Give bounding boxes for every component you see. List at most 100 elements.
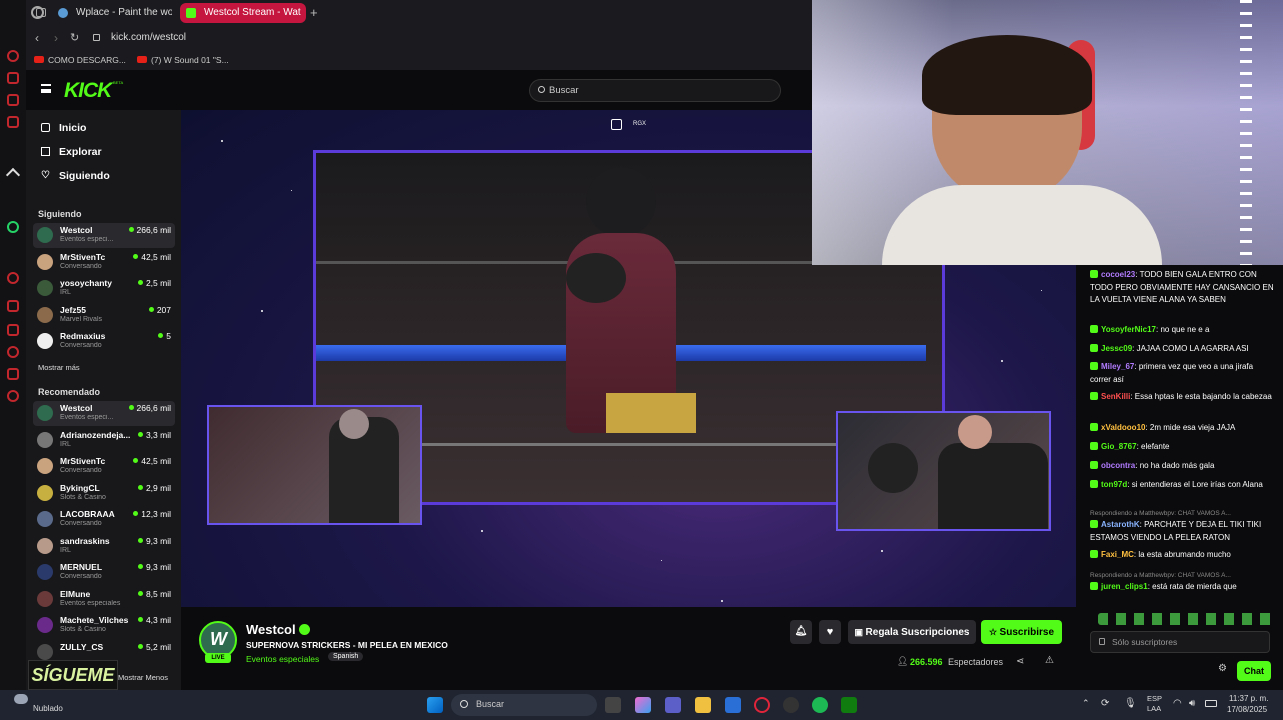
channel-item[interactable]: Machete_Vilches Slots & Casino 4,3 mil [33,613,175,638]
taskbar-search[interactable]: Buscar [451,694,597,716]
vscode-icon[interactable] [725,697,741,713]
wifi-icon[interactable]: ◠ [1173,698,1182,709]
aria-icon[interactable] [7,72,19,84]
follow-heart-button[interactable]: ♥ [819,620,841,644]
instagram-icon[interactable] [7,116,19,128]
xbox-icon[interactable] [841,697,857,713]
bookmark-item[interactable]: COMO DESCARG... [48,55,126,65]
share-icon[interactable]: ⋖ [1016,656,1024,667]
chat-username[interactable]: YosoyferNic17 [1101,325,1156,334]
weather-label[interactable]: Nublado [33,704,63,713]
channel-item[interactable]: Redmaxius Conversando 5 [33,329,175,354]
channel-name[interactable]: Westcol [246,622,296,637]
logo-badge: BETA [113,80,124,85]
microphone-icon[interactable]: 🎙︎ [1124,698,1137,709]
kick-logo[interactable]: KICK [64,79,112,103]
channel-category: Eventos especi... [60,414,114,421]
channel-item[interactable]: yosoychanty IRL 2,5 mil [33,276,175,301]
file-explorer-icon[interactable] [695,697,711,713]
box-icon[interactable] [7,324,19,336]
tab-islands-icon[interactable] [36,8,46,17]
download-icon[interactable] [7,368,19,380]
channel-item[interactable]: Jefz55 Marvel Rivals 207 [33,303,175,328]
chat-username[interactable]: xValdooo10 [1101,423,1145,432]
music-icon[interactable] [7,272,19,284]
channel-item[interactable]: MrStivenTc Conversando 42,5 mil [33,454,175,479]
channel-item[interactable]: ElMune Eventos especiales 8,5 mil [33,587,175,612]
forward-icon[interactable]: › [54,31,58,45]
chat-username[interactable]: Miley_67 [1101,362,1134,371]
messenger-icon[interactable] [7,94,19,106]
chat-send-button[interactable]: Chat [1237,661,1271,681]
app-icon[interactable] [783,697,799,713]
volume-icon[interactable]: 🔊︎ [1189,698,1195,709]
stream-category[interactable]: Eventos especiales [246,654,319,664]
lock-icon [1099,638,1105,645]
new-tab-button[interactable]: + [310,5,318,20]
subscribe-button[interactable]: ☆ Suscribirse [981,620,1062,644]
channel-item[interactable]: MERNUEL Conversando 9,3 mil [33,560,175,585]
show-more-link[interactable]: Mostrar más [38,363,80,372]
emote-row[interactable] [1098,613,1278,625]
task-view-icon[interactable] [605,697,621,713]
reload-icon[interactable]: ↻ [70,31,79,44]
opera-logo-icon[interactable] [7,50,19,62]
chat-username[interactable]: Faxi_MC [1101,550,1134,559]
tab-wplace[interactable]: Wplace - Paint the world [52,3,172,23]
show-less-link[interactable]: Mostrar Menos [118,673,168,682]
channel-item[interactable]: Westcol Eventos especi... 266,6 mil [33,223,175,248]
nav-explorar[interactable]: Explorar [39,146,102,158]
gift-subs-button[interactable]: ▣ Regala Suscripciones [848,620,976,644]
spotify-icon[interactable] [812,697,828,713]
opera-gx-icon[interactable] [754,697,770,713]
history-icon[interactable] [7,346,19,358]
channel-item[interactable]: BykingCL Slots & Casino 2,9 mil [33,481,175,506]
language-line2[interactable]: LAA [1147,704,1161,713]
copilot-icon[interactable] [635,697,651,713]
chat-username[interactable]: Jessc09 [1101,344,1132,353]
tab-westcol[interactable]: Westcol Stream - Wat [180,3,306,23]
globe-icon [58,8,68,18]
windows-start-icon[interactable] [427,697,443,713]
tray-chevron-icon[interactable]: ⌃ [1082,698,1090,709]
chat-message: SenKilli: Essa hptas le esta bajando la … [1090,391,1275,404]
channel-item[interactable]: Westcol Eventos especi... 266,6 mil [33,401,175,426]
whatsapp-icon[interactable] [7,221,19,233]
avatar [37,280,53,296]
nav-siguiendo[interactable]: ♡ Siguiendo [39,170,110,182]
chat-username[interactable]: AstarothK [1101,520,1140,529]
chat-username[interactable]: SenKilli [1101,392,1130,401]
chat-input[interactable]: Sólo suscriptores [1090,631,1270,653]
settings-icon[interactable] [7,390,19,402]
search-input[interactable]: Buscar [529,79,781,102]
back-icon[interactable]: ‹ [35,31,39,45]
notification-bell-button[interactable]: 🔔︎ [790,620,812,644]
tab-label: Westcol Stream - Wat [204,7,301,18]
chat-username[interactable]: obcontra [1101,461,1135,470]
language-line1[interactable]: ESP [1147,694,1162,703]
pinboard-icon[interactable] [7,300,19,312]
clock-time[interactable]: 11:37 p. m. [1229,694,1268,703]
chat-username[interactable]: cocoel23 [1101,270,1135,279]
chat-settings-icon[interactable]: ⚙ [1218,663,1227,674]
teams-icon[interactable] [665,697,681,713]
nav-inicio[interactable]: Inicio [39,122,86,134]
bookmark-item[interactable]: (7) W Sound 01 "S... [151,55,229,65]
battery-icon[interactable] [1205,700,1217,707]
url-text[interactable]: kick.com/westcol [111,32,186,43]
language-tag[interactable]: Spanish [328,652,364,661]
channel-item[interactable]: sandraskins IRL 9,3 mil [33,534,175,559]
channel-item[interactable]: Adrianozendeja... IRL 3,3 mil [33,428,175,453]
menu-icon[interactable] [41,84,51,93]
chat-username[interactable]: Gio_8767 [1101,442,1137,451]
sync-icon[interactable]: ⟳ [1101,698,1109,709]
channel-name: MrStivenTc [60,456,106,466]
channel-item[interactable]: MrStivenTc Conversando 42,5 mil [33,250,175,275]
arrow-icon[interactable] [5,167,21,183]
stream-title: SUPERNOVA STRICKERS - MI PELEA EN MEXICO [246,640,448,650]
chat-username[interactable]: ton97d [1101,480,1127,489]
channel-item[interactable]: LACOBRAAA Conversando 12,3 mil [33,507,175,532]
chat-username[interactable]: juren_clips1 [1101,582,1148,591]
clock-date[interactable]: 17/08/2025 [1227,705,1267,714]
report-icon[interactable]: ⚠ [1045,655,1054,666]
